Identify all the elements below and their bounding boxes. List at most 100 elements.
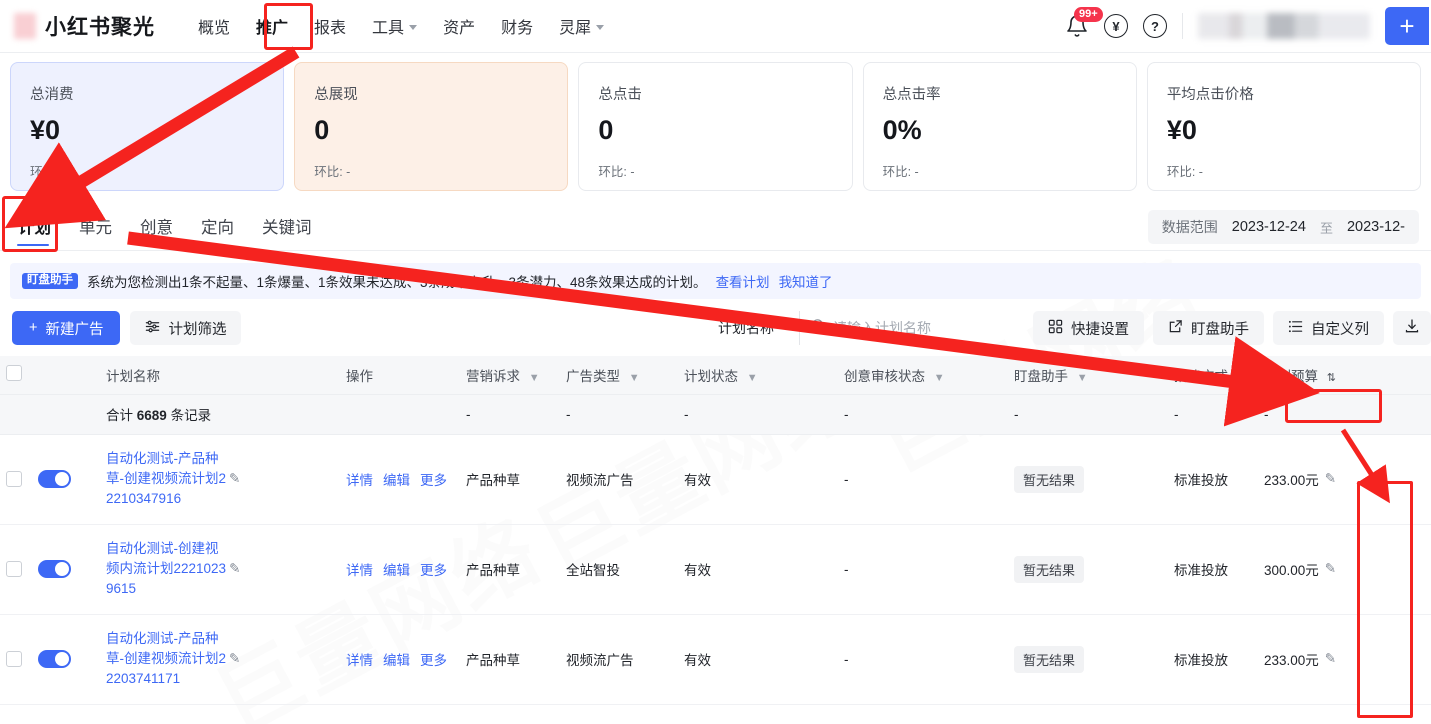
plan-name-line-1[interactable]: 自动化测试-产品种 bbox=[106, 629, 334, 649]
plan-name-line-2[interactable]: 频内流计划2221023 ✎ bbox=[106, 559, 334, 579]
col-ad-type[interactable]: 广告类型 ▼ bbox=[560, 356, 678, 395]
filter-icon[interactable]: ▼ bbox=[747, 372, 758, 384]
plan-name-line-2[interactable]: 草-创建视频流计划2 ✎ bbox=[106, 469, 334, 489]
edit-budget-icon[interactable]: ✎ bbox=[1325, 471, 1336, 487]
nav-item-assets[interactable]: 资产 bbox=[430, 9, 488, 43]
edit-budget-icon[interactable]: ✎ bbox=[1325, 651, 1336, 667]
help-button[interactable]: ? bbox=[1143, 14, 1167, 38]
download-button[interactable] bbox=[1393, 311, 1431, 345]
select-all-checkbox[interactable] bbox=[6, 365, 22, 382]
account-name-blurred[interactable] bbox=[1198, 13, 1370, 39]
plan-name-cell[interactable]: 自动化测试-产品种 草-创建视频流计划2 ✎ 2203741171 bbox=[100, 614, 340, 705]
assistant-button[interactable]: 盯盘助手 bbox=[1153, 311, 1264, 345]
tab-creative[interactable]: 创意 bbox=[126, 214, 187, 250]
edit-name-icon[interactable]: ✎ bbox=[229, 471, 240, 486]
detail-link[interactable]: 详情 bbox=[346, 559, 373, 579]
nav-label: 工具 bbox=[372, 20, 405, 37]
plan-name-line-1[interactable]: 自动化测试-产品种 bbox=[106, 449, 334, 469]
search-field-label: 计划名称 bbox=[718, 320, 774, 336]
question-mark-icon: ? bbox=[1143, 14, 1167, 38]
col-creative-audit-status[interactable]: 创意审核状态 ▼ bbox=[838, 356, 1008, 395]
edit-link[interactable]: 编辑 bbox=[383, 559, 410, 579]
filter-icon[interactable]: ▼ bbox=[934, 372, 945, 384]
col-plan-budget[interactable]: 计划预算 ⇅ bbox=[1258, 356, 1431, 395]
metric-title: 总点击率 bbox=[882, 87, 941, 103]
plan-id[interactable]: 9615 bbox=[106, 579, 334, 599]
nav-label: 概览 bbox=[198, 20, 231, 37]
ad-type-cell: 视频流广告 bbox=[560, 614, 678, 705]
plan-name-cell[interactable]: 自动化测试-创建视 频内流计划2221023 ✎ 9615 bbox=[100, 524, 340, 615]
edit-link[interactable]: 编辑 bbox=[383, 649, 410, 669]
filter-icon[interactable]: ▼ bbox=[629, 372, 640, 384]
table-row: 自动化测试-产品种 草-创建视频流计划2 ✎ 2203741171 详情 编辑 更… bbox=[0, 614, 1431, 705]
row-select-cell bbox=[0, 434, 100, 525]
metric-card-total-clicks: 总点击 0 环比: - bbox=[578, 62, 853, 191]
quick-setting-button[interactable]: 快捷设置 bbox=[1033, 311, 1144, 345]
tab-keyword[interactable]: 关键词 bbox=[248, 214, 326, 250]
search-field-select[interactable]: 计划名称 bbox=[714, 311, 790, 345]
date-range-start[interactable]: 2023-12-24 bbox=[1232, 219, 1306, 235]
nav-item-lingxi[interactable]: 灵犀 bbox=[546, 9, 617, 43]
marketing-appeal-cell: 产品种草 bbox=[460, 524, 560, 615]
row-enable-toggle[interactable] bbox=[38, 650, 71, 668]
edit-name-icon[interactable]: ✎ bbox=[229, 651, 240, 666]
nav-item-report[interactable]: 报表 bbox=[301, 9, 359, 43]
plan-id[interactable]: 2203741171 bbox=[106, 669, 334, 689]
view-plans-link[interactable]: 查看计划 bbox=[716, 271, 770, 291]
dismiss-banner-link[interactable]: 我知道了 bbox=[779, 271, 833, 291]
summary-cell: - bbox=[460, 394, 560, 435]
row-checkbox[interactable] bbox=[6, 651, 22, 667]
nav-item-promotion[interactable]: 推广 bbox=[243, 9, 301, 43]
edit-budget-icon[interactable]: ✎ bbox=[1325, 561, 1336, 577]
metric-value: 0 bbox=[598, 115, 614, 145]
more-link[interactable]: 更多 bbox=[420, 469, 447, 489]
col-plan-status[interactable]: 计划状态 ▼ bbox=[678, 356, 838, 395]
custom-columns-label: 自定义列 bbox=[1311, 321, 1369, 338]
toolbar-right-group: 计划名称 快捷设置 bbox=[714, 311, 1431, 345]
row-checkbox[interactable] bbox=[6, 561, 22, 577]
metric-value: ¥0 bbox=[30, 115, 61, 145]
nav-item-overview[interactable]: 概览 bbox=[185, 9, 243, 43]
plan-name-line-2[interactable]: 草-创建视频流计划2 ✎ bbox=[106, 649, 334, 669]
custom-columns-button[interactable]: 自定义列 bbox=[1273, 311, 1384, 345]
sort-icon[interactable]: ⇅ bbox=[1327, 371, 1336, 384]
notifications-button[interactable]: 99+ bbox=[1065, 7, 1103, 38]
new-ad-button[interactable]: + 新建广告 bbox=[12, 311, 121, 345]
nav-item-finance[interactable]: 财务 bbox=[488, 9, 546, 43]
search-box[interactable] bbox=[799, 311, 1024, 345]
tab-unit[interactable]: 单元 bbox=[65, 214, 126, 250]
col-assistant[interactable]: 盯盘助手 ▼ bbox=[1008, 356, 1168, 395]
edit-name-icon[interactable]: ✎ bbox=[229, 561, 240, 576]
filter-icon[interactable]: ▼ bbox=[529, 372, 540, 384]
nav-item-tools[interactable]: 工具 bbox=[359, 9, 430, 43]
row-enable-toggle[interactable] bbox=[38, 470, 71, 488]
budget-value: 233.00元 bbox=[1264, 653, 1319, 668]
tab-plan[interactable]: 计划 bbox=[12, 214, 65, 250]
col-marketing-appeal[interactable]: 营销诉求 ▼ bbox=[460, 356, 560, 395]
detail-link[interactable]: 详情 bbox=[346, 649, 373, 669]
add-button[interactable]: + bbox=[1385, 7, 1429, 45]
filter-icon[interactable]: ▼ bbox=[1077, 372, 1088, 384]
more-link[interactable]: 更多 bbox=[420, 559, 447, 579]
summary-blank bbox=[0, 394, 100, 435]
edit-link[interactable]: 编辑 bbox=[383, 469, 410, 489]
row-enable-toggle[interactable] bbox=[38, 560, 71, 578]
plan-id[interactable]: 2210347916 bbox=[106, 489, 334, 509]
metric-value: 0 bbox=[314, 115, 330, 145]
detail-link[interactable]: 详情 bbox=[346, 469, 373, 489]
plan-name-cell[interactable]: 自动化测试-产品种 草-创建视频流计划2 ✎ 2210347916 bbox=[100, 434, 340, 525]
plan-name-line-1[interactable]: 自动化测试-创建视 bbox=[106, 539, 334, 559]
row-checkbox[interactable] bbox=[6, 471, 22, 487]
plan-filter-button[interactable]: 计划筛选 bbox=[130, 311, 242, 345]
table-toolbar: + 新建广告 计划筛选 计划名称 请输入计划名称 快捷设置 盯盘助手 自定义列 bbox=[0, 299, 1431, 356]
tab-label: 定向 bbox=[201, 219, 234, 237]
date-range-end[interactable]: 2023-12- bbox=[1347, 219, 1405, 235]
plan-name-text: 草-创建视频流计划2 bbox=[106, 471, 227, 486]
filter-icon[interactable]: ▼ bbox=[1237, 372, 1248, 384]
currency-button[interactable]: ¥ bbox=[1104, 14, 1128, 38]
col-build-mode[interactable]: 搭建方式 ▼ bbox=[1168, 356, 1258, 395]
tab-targeting[interactable]: 定向 bbox=[187, 214, 248, 250]
more-link[interactable]: 更多 bbox=[420, 649, 447, 669]
date-range-picker[interactable]: 数据范围 2023-12-24 至 2023-12- bbox=[1147, 210, 1419, 244]
search-input[interactable] bbox=[833, 320, 1014, 336]
